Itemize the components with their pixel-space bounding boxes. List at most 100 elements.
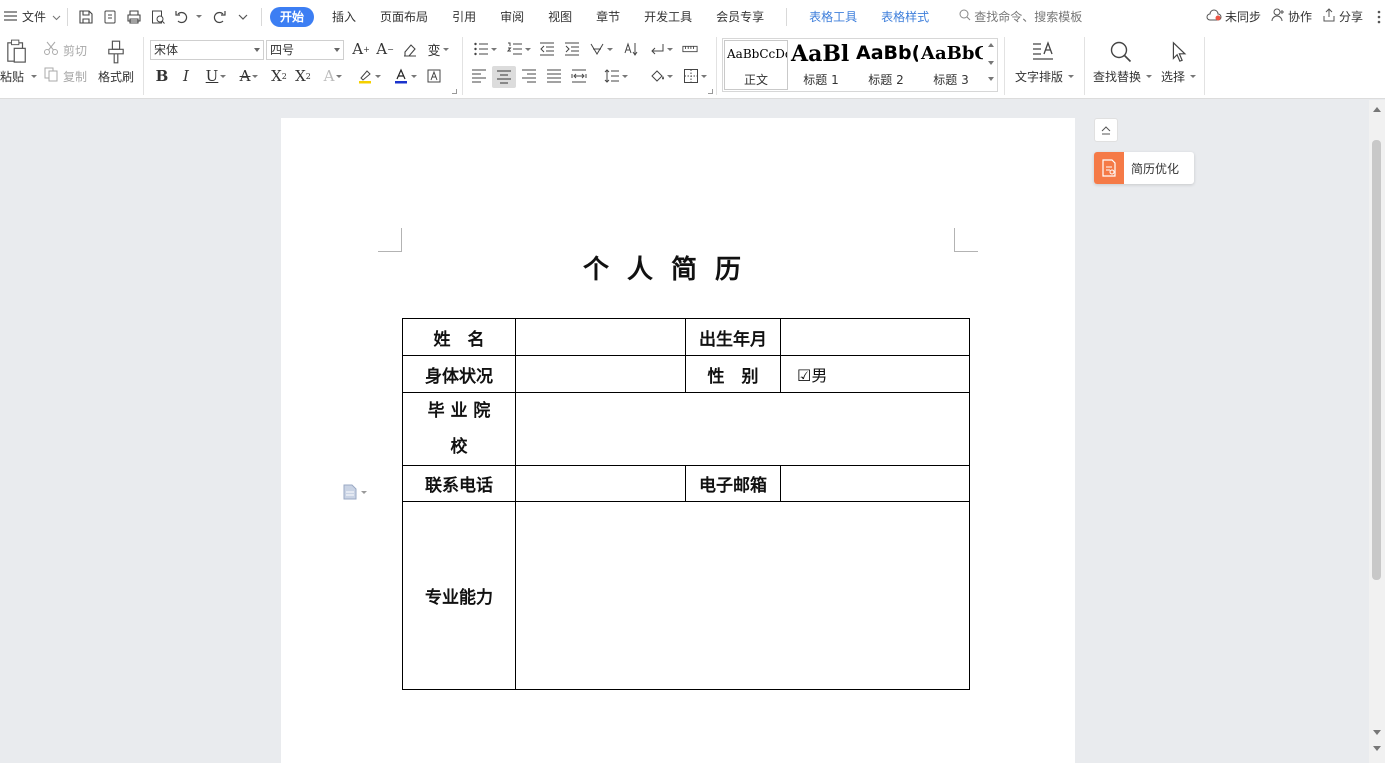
- email-label-cell[interactable]: 电子邮箱: [685, 465, 781, 502]
- tab-0[interactable]: 开始: [270, 6, 315, 27]
- tab-4[interactable]: 审阅: [488, 0, 536, 33]
- text-layout-dropdown-icon[interactable]: [1068, 75, 1074, 78]
- scrollbar-thumb[interactable]: [1372, 140, 1381, 580]
- email-value-cell[interactable]: [780, 465, 970, 502]
- resume-table[interactable]: 姓 名 出生年月 身体状况 性 别 ☑男 毕 业 院 校 联系电话 电子邮箱 专…: [402, 318, 970, 690]
- copy-icon[interactable]: [42, 66, 60, 82]
- vertical-scrollbar[interactable]: [1369, 100, 1385, 763]
- strikethrough-icon[interactable]: A: [234, 66, 264, 86]
- highlight-icon[interactable]: [354, 66, 384, 86]
- document-workspace[interactable]: 个人简历 姓 名 出生年月 身体状况 性 别 ☑男 毕 业 院 校 联系电话 电…: [0, 100, 1369, 763]
- paste-dropdown-icon[interactable]: [31, 75, 37, 78]
- skills-label-cell[interactable]: 专业能力: [402, 501, 516, 690]
- underline-icon[interactable]: U: [200, 66, 232, 86]
- tab-8[interactable]: 会员专享: [704, 0, 776, 33]
- undo-icon[interactable]: [171, 6, 193, 28]
- style-heading-2[interactable]: AaBb( 标题 2: [854, 39, 918, 91]
- line-spacing-icon[interactable]: [600, 66, 632, 86]
- scissors-icon[interactable]: [42, 40, 60, 56]
- cut-label[interactable]: 剪切: [63, 42, 87, 59]
- gender-label-cell[interactable]: 性 别: [685, 355, 781, 393]
- select-dropdown-icon[interactable]: [1190, 75, 1196, 78]
- export-pdf-icon[interactable]: [99, 6, 121, 28]
- bullet-list-icon[interactable]: [470, 39, 500, 59]
- style-heading-1[interactable]: AaBl 标题 1: [789, 39, 853, 91]
- format-painter-label[interactable]: 格式刷: [98, 68, 134, 85]
- grow-font-icon[interactable]: A +: [350, 39, 372, 59]
- phone-value-cell[interactable]: [515, 465, 686, 502]
- school-label-cell[interactable]: 毕 业 院 校: [402, 392, 516, 466]
- phone-label-cell[interactable]: 联系电话: [402, 465, 516, 502]
- justify-icon[interactable]: [543, 66, 565, 86]
- command-search[interactable]: 查找命令、搜索模板: [959, 0, 1082, 33]
- ruler-icon[interactable]: [678, 39, 702, 59]
- tab-2[interactable]: 页面布局: [368, 0, 440, 33]
- health-label-cell[interactable]: 身体状况: [402, 355, 516, 393]
- phonetic-guide-icon[interactable]: 变: [424, 39, 452, 59]
- find-replace-dropdown-icon[interactable]: [1146, 75, 1152, 78]
- copy-label[interactable]: 复制: [63, 68, 87, 85]
- font-group-launcher-icon[interactable]: [452, 89, 457, 94]
- show-marks-icon[interactable]: [646, 39, 676, 59]
- scroll-down-arrow-icon[interactable]: [1373, 730, 1381, 735]
- gallery-scroll-down-icon[interactable]: [988, 61, 994, 65]
- tab-7[interactable]: 开发工具: [632, 0, 704, 33]
- font-size-select[interactable]: 四号: [266, 40, 344, 60]
- text-layout-label[interactable]: 文字排版: [1015, 68, 1063, 85]
- text-layout-icon[interactable]: [1029, 38, 1057, 66]
- character-border-icon[interactable]: [424, 66, 444, 86]
- font-name-select[interactable]: 宋体: [150, 40, 264, 60]
- shrink-font-icon[interactable]: A −: [374, 39, 396, 59]
- increase-indent-icon[interactable]: [561, 39, 583, 59]
- file-menu[interactable]: 文件: [0, 0, 61, 33]
- paragraph-menu-icon[interactable]: [343, 484, 369, 500]
- bold-icon[interactable]: B: [152, 66, 172, 86]
- birth-label-cell[interactable]: 出生年月: [685, 318, 781, 356]
- resume-optimize-button[interactable]: 简历优化: [1094, 152, 1194, 184]
- name-value-cell[interactable]: [515, 318, 686, 356]
- name-label-cell[interactable]: 姓 名: [402, 318, 516, 356]
- paste-label[interactable]: 粘贴: [0, 68, 24, 85]
- borders-icon[interactable]: [679, 66, 711, 86]
- numbered-list-icon[interactable]: [504, 39, 534, 59]
- collapse-panel-button[interactable]: [1094, 118, 1118, 142]
- style-heading-3[interactable]: AaBbC 标题 3: [919, 39, 983, 91]
- chinese-layout-icon[interactable]: [586, 39, 616, 59]
- style-normal[interactable]: AaBbCcDd 正文: [724, 40, 788, 90]
- gallery-scroll-up-icon[interactable]: [988, 43, 994, 47]
- document-title[interactable]: 个人简历: [281, 249, 1043, 286]
- context-tab-1[interactable]: 表格样式: [869, 0, 941, 33]
- decrease-indent-icon[interactable]: [536, 39, 558, 59]
- superscript-icon[interactable]: X2: [268, 66, 290, 86]
- collaborate-button[interactable]: 协作: [1271, 0, 1312, 33]
- print-preview-icon[interactable]: [147, 6, 169, 28]
- subscript-icon[interactable]: X2: [292, 66, 314, 86]
- tab-1[interactable]: 插入: [320, 0, 368, 33]
- text-effect-icon[interactable]: A: [318, 66, 348, 86]
- tab-6[interactable]: 章节: [584, 0, 632, 33]
- clear-format-icon[interactable]: [400, 39, 420, 59]
- redo-icon[interactable]: [208, 6, 230, 28]
- scroll-up-arrow-icon[interactable]: [1373, 107, 1381, 112]
- share-button[interactable]: 分享: [1322, 0, 1363, 33]
- select-cursor-icon[interactable]: [1164, 38, 1192, 66]
- customize-toolbar-icon[interactable]: [232, 6, 254, 28]
- italic-icon[interactable]: I: [176, 66, 196, 86]
- align-left-icon[interactable]: [468, 66, 490, 86]
- health-value-cell[interactable]: [515, 355, 686, 393]
- align-right-icon[interactable]: [518, 66, 540, 86]
- scroll-down-arrow-icon[interactable]: [1373, 746, 1381, 751]
- distribute-icon[interactable]: [568, 66, 590, 86]
- paste-button[interactable]: [4, 37, 30, 67]
- document-page[interactable]: 个人简历 姓 名 出生年月 身体状况 性 别 ☑男 毕 业 院 校 联系电话 电…: [281, 118, 1075, 763]
- paragraph-group-launcher-icon[interactable]: [708, 89, 713, 94]
- format-painter-icon[interactable]: [104, 38, 128, 66]
- gender-value-cell[interactable]: ☑男: [780, 355, 970, 393]
- school-value-cell[interactable]: [515, 392, 970, 466]
- sync-status[interactable]: 未同步: [1206, 0, 1261, 33]
- tab-3[interactable]: 引用: [440, 0, 488, 33]
- shading-icon[interactable]: [645, 66, 677, 86]
- sort-icon[interactable]: [620, 39, 642, 59]
- select-label[interactable]: 选择: [1161, 68, 1185, 85]
- gallery-expand-icon[interactable]: [988, 77, 994, 81]
